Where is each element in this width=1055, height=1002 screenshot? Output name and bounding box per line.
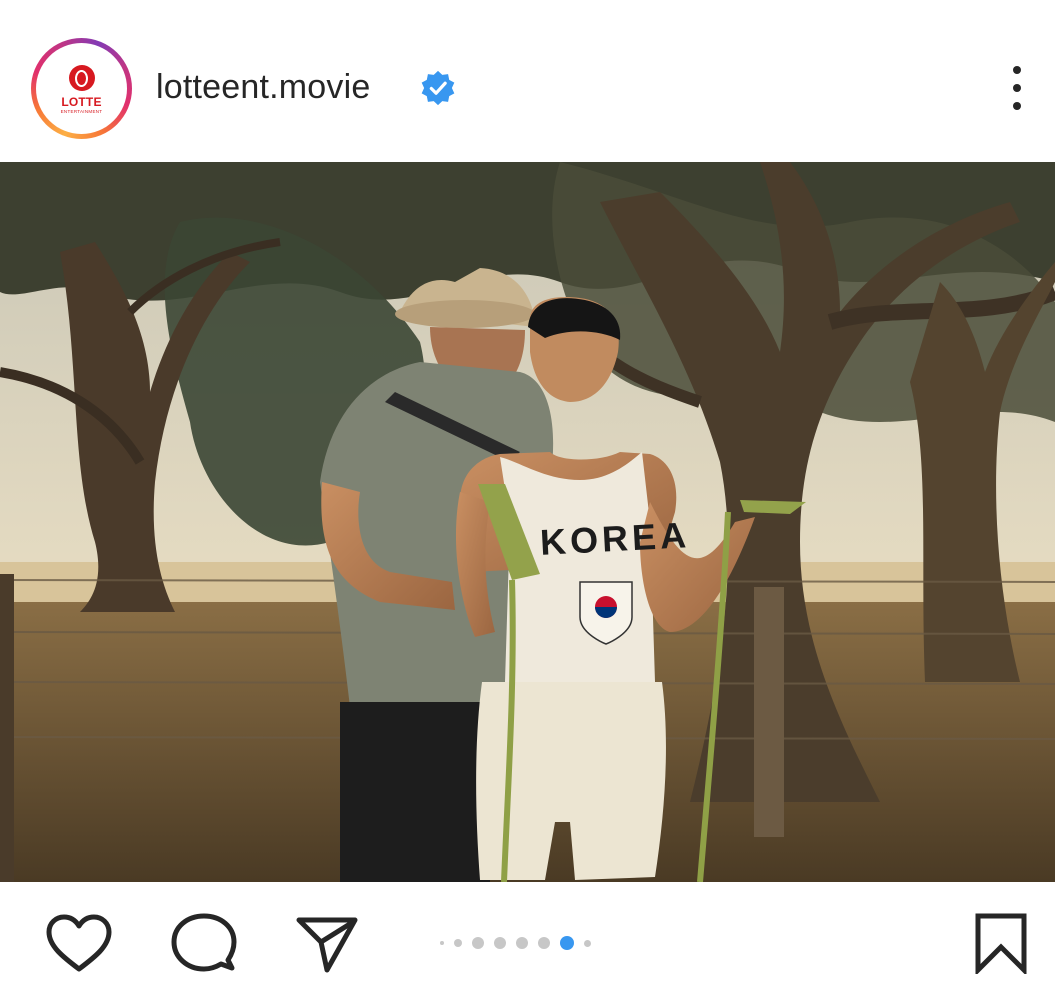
post-header: LOTTE ENTERTAINMENT lotteent.movie [0,0,1055,162]
carousel-dot [440,941,444,945]
carousel-dot [454,939,462,947]
carousel-dot [494,937,506,949]
avatar[interactable]: LOTTE ENTERTAINMENT [31,38,132,139]
comment-icon[interactable] [170,912,238,978]
post-photo[interactable]: KOREA [0,162,1055,882]
username[interactable]: lotteent.movie [156,68,370,107]
carousel-indicator [440,936,591,950]
carousel-dot-active [560,936,574,950]
avatar-logo: LOTTE ENTERTAINMENT [36,43,127,134]
carousel-dot [516,937,528,949]
lotte-logo-icon [68,65,95,91]
avatar-brand: LOTTE [61,95,102,109]
jersey-text: KOREA [539,514,691,563]
more-vertical-icon[interactable] [1000,62,1034,114]
verified-badge-icon [421,70,455,106]
heart-icon[interactable] [45,914,113,974]
bookmark-icon[interactable] [974,912,1028,974]
carousel-dot [584,939,591,947]
carousel-dot [538,937,550,949]
avatar-tagline: ENTERTAINMENT [60,109,103,114]
send-icon[interactable] [295,914,359,974]
carousel-dot [472,937,484,949]
